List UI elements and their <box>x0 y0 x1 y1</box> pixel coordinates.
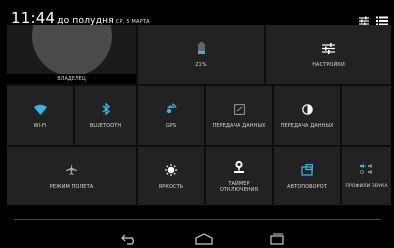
bluetooth-label: BLUETOOTH <box>89 123 122 129</box>
settings-sliders-icon <box>322 41 336 55</box>
sound-profiles-label: ПРОФИЛИ ЗВУКА <box>345 183 388 189</box>
settings-label: НАСТРОЙКИ <box>312 62 345 68</box>
owner-tile[interactable]: ВЛАДЕЛЕЦ <box>7 25 136 84</box>
battery-label: 21% <box>195 62 207 68</box>
mobile-data-label-2: ПЕРЕДАЧА ДАННЫХ <box>280 123 334 129</box>
owner-label: ВЛАДЕЛЕЦ <box>57 76 86 82</box>
avatar <box>32 25 112 76</box>
mobile-data-tile-1[interactable]: ПЕРЕДАЧА ДАННЫХ <box>206 86 272 145</box>
back-icon[interactable] <box>121 230 137 248</box>
home-icon[interactable] <box>195 230 213 248</box>
brightness-tile[interactable]: ЯРКОСТЬ <box>138 147 204 205</box>
airplane-mode-label: РЕЖИМ ПОЛЕТА <box>49 183 94 190</box>
wifi-tile[interactable]: WI-FI <box>7 86 73 145</box>
wifi-label: WI-FI <box>33 123 47 129</box>
sleep-timer-icon <box>232 160 246 174</box>
panel-handle-divider[interactable] <box>14 219 381 220</box>
sound-profiles-tile[interactable]: ПРОФИЛИ ЗВУКА <box>342 147 391 205</box>
auto-rotate-icon <box>300 163 314 177</box>
status-bar: 11:44 до полудня СР, 5 МАРТА <box>0 0 394 26</box>
brightness-label: ЯРКОСТЬ <box>158 183 184 190</box>
mobile-data-tile-2[interactable]: ПЕРЕДАЧА ДАННЫХ <box>274 86 340 145</box>
mobile-data-icon <box>232 102 246 116</box>
sleep-timer-tile[interactable]: ТАЙМЕР ОТКЛЮЧЕНИЯ <box>206 147 272 205</box>
sound-profiles-icon <box>359 163 374 177</box>
mobile-data-label-1: ПЕРЕДАЧА ДАННЫХ <box>212 123 266 129</box>
gps-icon <box>164 102 178 116</box>
quick-settings-panel: ВЛАДЕЛЕЦ 21% НАСТРОЙКИ WI-FI BLUETOOTH G… <box>7 25 391 205</box>
battery-tile[interactable]: 21% <box>138 25 264 84</box>
airplane-icon <box>65 163 79 177</box>
gps-label: GPS <box>165 123 177 129</box>
settings-tile[interactable]: НАСТРОЙКИ <box>266 25 391 84</box>
recent-apps-icon[interactable] <box>269 230 285 248</box>
wifi-icon <box>33 102 47 116</box>
bluetooth-tile[interactable]: BLUETOOTH <box>75 86 136 145</box>
gps-tile[interactable]: GPS <box>138 86 204 145</box>
empty-tile <box>342 86 391 145</box>
airplane-mode-tile[interactable]: РЕЖИМ ПОЛЕТА <box>7 147 136 205</box>
sleep-timer-label: ТАЙМЕР ОТКЛЮЧЕНИЯ <box>219 180 259 193</box>
battery-icon <box>194 41 208 55</box>
settings-sliders-icon[interactable] <box>358 11 370 26</box>
bluetooth-icon <box>99 102 113 116</box>
brightness-sun-icon <box>164 163 178 177</box>
navigation-bar <box>0 226 394 248</box>
notifications-list-icon[interactable] <box>376 11 388 26</box>
contrast-icon <box>300 102 314 116</box>
auto-rotate-label: АВТОПОВОРОТ <box>286 183 327 190</box>
auto-rotate-tile[interactable]: АВТОПОВОРОТ <box>274 147 340 205</box>
